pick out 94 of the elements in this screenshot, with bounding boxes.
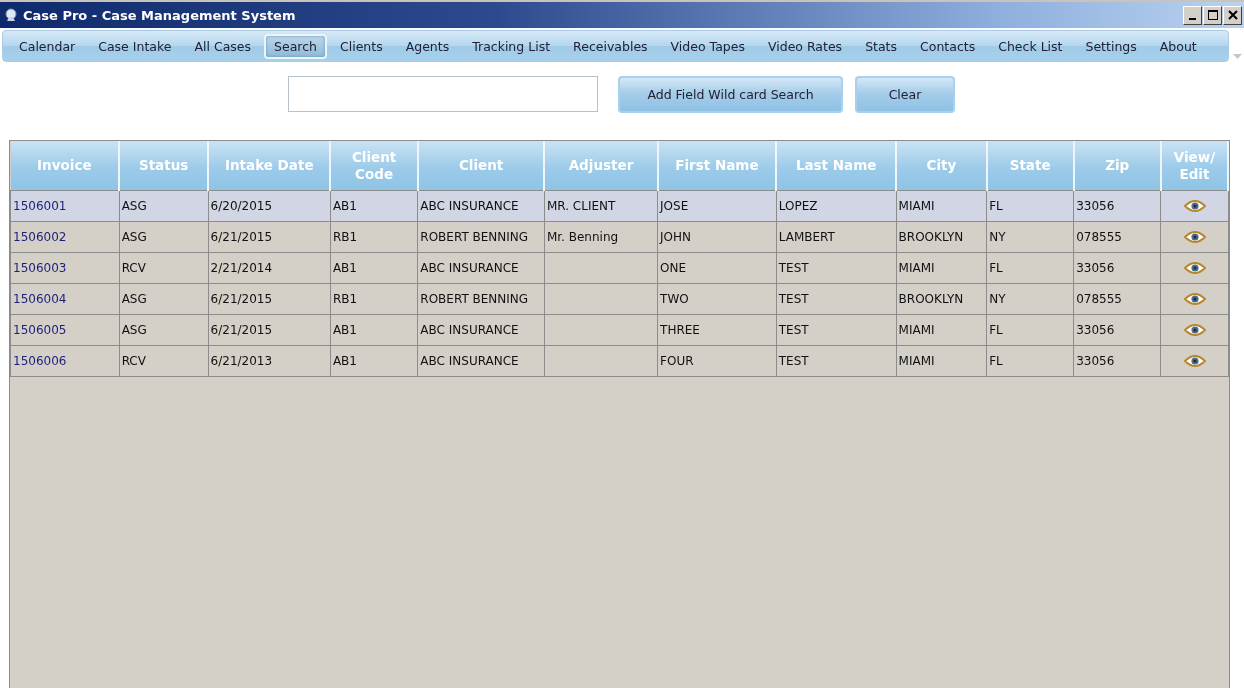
menu-tab[interactable]: Contacts bbox=[910, 33, 986, 59]
table-row[interactable]: 1506005 ASG 6/21/2015 AB1 ABC INSURANCE THREE TEST MIAMI FL 33056 bbox=[10, 314, 1228, 346]
table-cell: FL bbox=[989, 261, 1003, 275]
table-cell: ABC INSURANCE bbox=[420, 323, 519, 337]
menu-tab[interactable]: Settings bbox=[1075, 33, 1147, 59]
table-cell: TEST bbox=[778, 323, 809, 337]
table-cell: FL bbox=[989, 323, 1003, 337]
table-cell: MIAMI bbox=[898, 323, 935, 337]
table-cell: MIAMI bbox=[898, 261, 935, 275]
table-cell: ABC INSURANCE bbox=[420, 261, 519, 275]
table-cell: RCV bbox=[121, 354, 146, 368]
table-row[interactable]: 1506003 RCV 2/21/2014 AB1 ABC INSURANCE ONE TEST MIAMI FL 33056 bbox=[10, 252, 1228, 284]
table-cell: ASG bbox=[121, 323, 147, 337]
table-cell: 078555 bbox=[1076, 292, 1122, 306]
minimize-button[interactable] bbox=[1183, 5, 1202, 25]
table-cell: 2/21/2014 bbox=[210, 261, 273, 275]
close-icon bbox=[1226, 9, 1239, 21]
table-cell: JOSE bbox=[660, 199, 689, 213]
wildcard-search-button[interactable]: Add Field Wild card Search bbox=[618, 75, 843, 113]
table-cell: 33056 bbox=[1076, 323, 1115, 337]
menu-tab[interactable]: All Cases bbox=[184, 33, 261, 59]
table-cell: JOHN bbox=[660, 230, 692, 244]
menu-tab[interactable]: Clients bbox=[329, 33, 393, 59]
close-button[interactable] bbox=[1223, 5, 1242, 25]
table-cell: MR. CLIENT bbox=[546, 199, 616, 213]
table-cell: FL bbox=[989, 354, 1003, 368]
menu-tab[interactable]: Video Rates bbox=[757, 33, 853, 59]
eye-icon[interactable] bbox=[1184, 292, 1207, 307]
menu-tab[interactable]: Receivables bbox=[563, 33, 658, 59]
clear-button[interactable]: Clear bbox=[855, 75, 955, 113]
minimize-icon bbox=[1189, 18, 1196, 20]
table-cell: BROOKLYN bbox=[898, 292, 964, 306]
table-cell: RCV bbox=[121, 261, 146, 275]
table-cell: MIAMI bbox=[898, 199, 935, 213]
table-cell: Mr. Benning bbox=[546, 230, 619, 244]
table-row[interactable]: 1506002 ASG 6/21/2015 RB1 ROBERT BENNING Mr. Benning JOHN LAMBERT BROOKLYN NY 078555 bbox=[10, 221, 1228, 253]
table-cell: FOUR bbox=[660, 354, 694, 368]
table-cell: 6/21/2015 bbox=[210, 230, 273, 244]
table-cell: AB1 bbox=[332, 323, 357, 337]
eye-icon[interactable] bbox=[1184, 230, 1207, 245]
eye-icon[interactable] bbox=[1184, 261, 1207, 276]
menu-tab[interactable]: Tracking List bbox=[462, 33, 561, 59]
table-cell: TEST bbox=[778, 261, 809, 275]
menu-tab[interactable]: Search bbox=[264, 33, 327, 59]
table-cell: AB1 bbox=[332, 261, 357, 275]
menu-tab[interactable]: Case Intake bbox=[88, 33, 182, 59]
table-cell: ASG bbox=[121, 199, 147, 213]
app-icon bbox=[4, 8, 18, 22]
table-cell: RB1 bbox=[332, 292, 358, 306]
table-cell: 6/21/2015 bbox=[210, 323, 273, 337]
eye-icon[interactable] bbox=[1184, 323, 1207, 338]
menu-tab[interactable]: Video Tapes bbox=[660, 33, 755, 59]
eye-icon[interactable] bbox=[1184, 199, 1207, 214]
table-cell: BROOKLYN bbox=[898, 230, 964, 244]
table-cell: ABC INSURANCE bbox=[420, 199, 519, 213]
table-cell: ABC INSURANCE bbox=[420, 354, 519, 368]
table-cell: 33056 bbox=[1076, 354, 1115, 368]
table-cell: LOPEZ bbox=[778, 199, 818, 213]
table-cell: 6/20/2015 bbox=[210, 199, 273, 213]
maximize-button[interactable] bbox=[1203, 5, 1222, 25]
table-cell: MIAMI bbox=[898, 354, 935, 368]
table-cell: NY bbox=[989, 292, 1006, 306]
table-cell: AB1 bbox=[332, 354, 357, 368]
table-cell: RB1 bbox=[332, 230, 358, 244]
table-cell: THREE bbox=[660, 323, 700, 337]
table-cell: 078555 bbox=[1076, 230, 1122, 244]
menu-tab[interactable]: Agents bbox=[395, 33, 460, 59]
eye-icon[interactable] bbox=[1184, 354, 1207, 369]
menu-tab[interactable]: About bbox=[1149, 33, 1207, 59]
table-cell: ROBERT BENNING bbox=[420, 230, 529, 244]
table-row[interactable]: 1506001 ASG 6/20/2015 AB1 ABC INSURANCE MR. CLIENT JOSE LOPEZ MIAMI FL 33056 bbox=[10, 190, 1228, 222]
table-cell: TEST bbox=[778, 354, 809, 368]
table-cell: ONE bbox=[660, 261, 687, 275]
menu-tab[interactable]: Check List bbox=[988, 33, 1073, 59]
maximize-icon bbox=[1206, 9, 1219, 21]
table-cell: ASG bbox=[121, 230, 147, 244]
table-cell: ROBERT BENNING bbox=[420, 292, 529, 306]
table-cell: AB1 bbox=[332, 199, 357, 213]
table-cell: ASG bbox=[121, 292, 147, 306]
table-row[interactable]: 1506004 ASG 6/21/2015 RB1 ROBERT BENNING TWO TEST BROOKLYN NY 078555 bbox=[10, 283, 1228, 315]
search-field[interactable] bbox=[288, 76, 598, 112]
table-cell: NY bbox=[989, 230, 1006, 244]
table-cell: 6/21/2013 bbox=[210, 354, 273, 368]
menu-tab[interactable]: Stats bbox=[855, 33, 908, 59]
table-cell: 6/21/2015 bbox=[210, 292, 273, 306]
window-title: Case Pro - Case Management System bbox=[23, 7, 296, 23]
table-cell: TWO bbox=[660, 292, 689, 306]
table-row[interactable]: 1506006 RCV 6/21/2013 AB1 ABC INSURANCE FOUR TEST MIAMI FL 33056 bbox=[10, 345, 1228, 377]
table-cell: 33056 bbox=[1076, 199, 1115, 213]
menu-tab[interactable]: Calendar bbox=[9, 33, 86, 59]
table-cell: 33056 bbox=[1076, 261, 1115, 275]
table-cell: TEST bbox=[778, 292, 809, 306]
table-cell: LAMBERT bbox=[778, 230, 835, 244]
table-cell: FL bbox=[989, 199, 1003, 213]
